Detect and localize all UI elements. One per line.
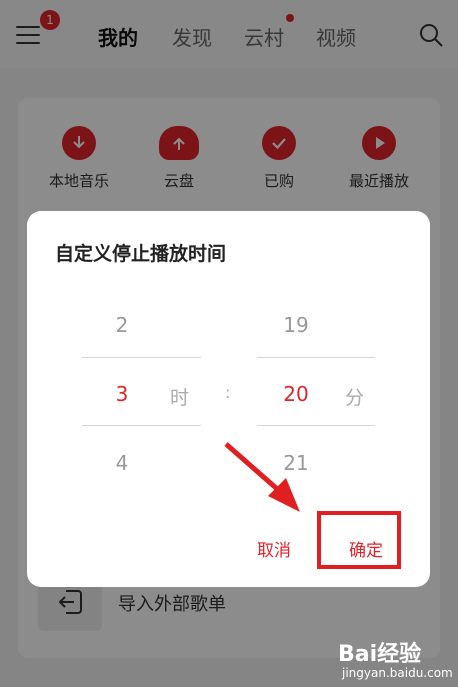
annotation-arrow-icon [224,442,300,512]
watermark-brand: Bai经验 [338,642,422,667]
watermark: Bai经验 jingyan.baidu.com [338,636,454,684]
annotation-highlight-box [317,511,401,569]
watermark-url: jingyan.baidu.com [342,666,453,680]
